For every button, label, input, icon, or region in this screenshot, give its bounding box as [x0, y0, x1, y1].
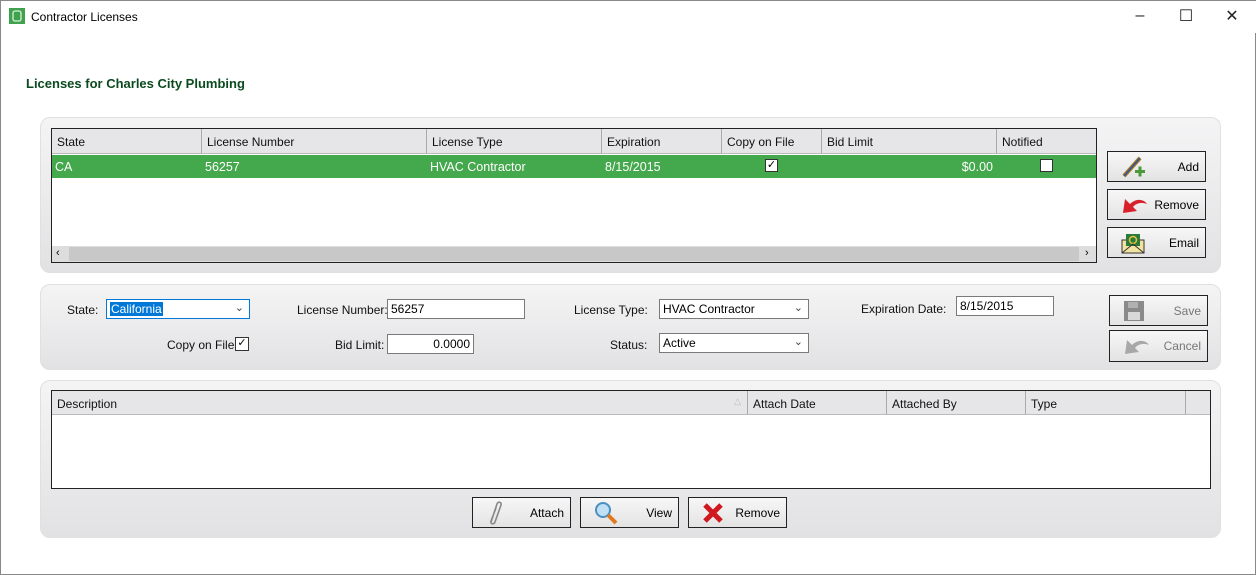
- undo-arrow-icon: [1123, 198, 1147, 213]
- horizontal-scrollbar[interactable]: ‹ ›: [52, 246, 1096, 262]
- email-label: Email: [1168, 235, 1199, 250]
- add-label: Add: [1177, 159, 1199, 174]
- maximize-button[interactable]: ☐: [1163, 1, 1209, 31]
- cell-expiration: 8/15/2015: [605, 160, 661, 174]
- status-dropdown[interactable]: Active ⌄: [659, 333, 809, 353]
- column-header-bid-limit[interactable]: Bid Limit: [822, 129, 997, 154]
- table-row[interactable]: CA 56257 HVAC Contractor 8/15/2015 ✓ $0.…: [52, 155, 1096, 178]
- column-header-license-number[interactable]: License Number: [202, 129, 427, 154]
- state-value: California: [110, 302, 163, 316]
- page-title: Licenses for Charles City Plumbing: [26, 76, 245, 91]
- app-icon: [9, 8, 25, 24]
- scroll-left-icon[interactable]: ‹: [56, 247, 60, 259]
- cell-state: CA: [55, 160, 73, 174]
- column-header-attached-by[interactable]: Attached By: [887, 391, 1026, 415]
- cell-notified-checkbox[interactable]: [1040, 159, 1053, 172]
- status-value: Active: [663, 336, 696, 350]
- chevron-down-icon: ⌄: [793, 302, 803, 314]
- save-label: Save: [1173, 303, 1201, 318]
- email-envelope-icon: [1121, 233, 1145, 253]
- documents-grid[interactable]: Description △ Attach Date Attached By Typ…: [51, 390, 1211, 489]
- column-header-type[interactable]: Type: [1026, 391, 1186, 415]
- license-number-input[interactable]: 56257: [387, 299, 525, 319]
- license-number-label: License Number:: [297, 303, 388, 317]
- bid-limit-input[interactable]: 0.0000: [387, 334, 474, 354]
- licenses-grid[interactable]: State License Number License Type Expira…: [51, 128, 1097, 263]
- description-header-label: Description: [57, 397, 118, 411]
- scroll-right-icon[interactable]: ›: [1085, 247, 1089, 259]
- license-type-dropdown[interactable]: HVAC Contractor ⌄: [659, 299, 809, 319]
- attach-label: Attach: [529, 505, 564, 520]
- column-header-copy-on-file[interactable]: Copy on File: [722, 129, 822, 154]
- column-header-notified[interactable]: Notified: [997, 129, 1096, 154]
- column-header-description[interactable]: Description △: [52, 391, 748, 415]
- cell-license-number: 56257: [205, 160, 240, 174]
- state-dropdown[interactable]: California ⌄: [106, 299, 250, 319]
- scrollbar-thumb[interactable]: [69, 247, 1079, 261]
- remove-license-button[interactable]: Remove: [1107, 189, 1206, 220]
- bid-limit-label: Bid Limit:: [335, 338, 385, 352]
- expiration-date-input[interactable]: 8/15/2015: [956, 296, 1054, 316]
- email-button[interactable]: Email: [1107, 227, 1206, 258]
- status-label: Status:: [610, 338, 648, 352]
- column-header-state[interactable]: State: [52, 129, 202, 154]
- view-label: View: [646, 505, 672, 520]
- chevron-down-icon: ⌄: [234, 302, 244, 314]
- minimize-button[interactable]: –: [1117, 1, 1163, 31]
- cell-bid-limit: $0.00: [961, 160, 993, 174]
- chevron-down-icon: ⌄: [793, 336, 803, 348]
- cancel-button[interactable]: Cancel: [1109, 330, 1208, 362]
- pen-add-icon: [1122, 156, 1145, 177]
- cell-license-type: HVAC Contractor: [430, 160, 526, 174]
- view-button[interactable]: View: [580, 497, 679, 528]
- column-header-expiration[interactable]: Expiration: [602, 129, 722, 154]
- remove-document-label: Remove: [735, 505, 780, 520]
- close-button[interactable]: ✕: [1209, 1, 1255, 31]
- sort-ascending-icon: △: [734, 396, 741, 406]
- save-button[interactable]: Save: [1109, 295, 1208, 326]
- column-header-license-type[interactable]: License Type: [427, 129, 602, 154]
- add-button[interactable]: Add: [1107, 151, 1206, 182]
- undo-arrow-icon: [1125, 340, 1149, 354]
- magnifier-icon: [595, 501, 618, 524]
- window-title: Contractor Licenses: [31, 10, 138, 24]
- expiration-date-label: Expiration Date:: [861, 302, 947, 316]
- floppy-disk-icon: [1124, 300, 1144, 321]
- title-bar: Contractor Licenses – ☐ ✕: [1, 1, 1256, 33]
- license-type-label: License Type:: [574, 303, 648, 317]
- paperclip-icon: [490, 500, 502, 525]
- cell-copy-on-file-checkbox[interactable]: ✓: [765, 159, 778, 172]
- copy-on-file-label: Copy on File: [167, 338, 235, 352]
- state-label: State:: [67, 303, 99, 317]
- red-x-icon: [703, 502, 723, 523]
- copy-on-file-checkbox[interactable]: ✓: [235, 337, 249, 351]
- license-type-value: HVAC Contractor: [663, 302, 755, 316]
- attach-button[interactable]: Attach: [472, 497, 571, 528]
- column-header-filler: [1186, 391, 1210, 415]
- cancel-label: Cancel: [1163, 339, 1201, 353]
- remove-license-label: Remove: [1154, 197, 1199, 212]
- column-header-attach-date[interactable]: Attach Date: [748, 391, 887, 415]
- remove-document-button[interactable]: Remove: [688, 497, 787, 528]
